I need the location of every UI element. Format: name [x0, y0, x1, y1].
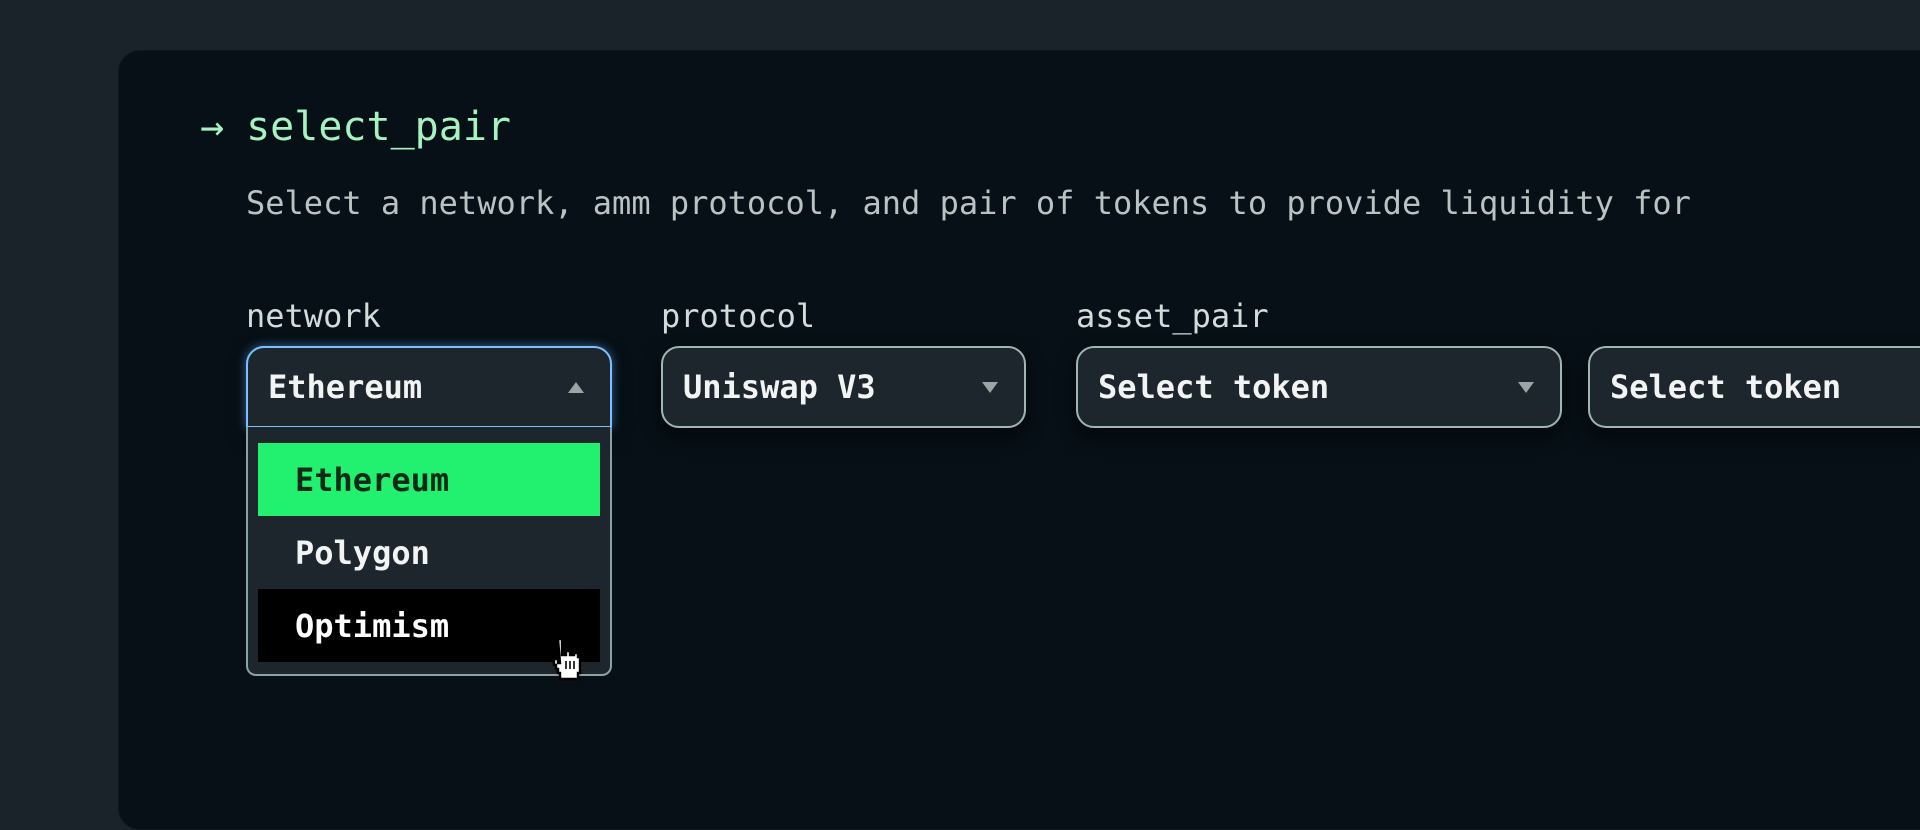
- token-b-select-value: Select token: [1610, 368, 1842, 406]
- network-option-ethereum[interactable]: Ethereum: [258, 443, 600, 516]
- chevron-down-icon: [1518, 381, 1534, 393]
- token-a-select-value: Select token: [1098, 368, 1330, 406]
- network-label: network: [246, 297, 381, 335]
- page-title-text: select_pair: [246, 104, 511, 150]
- option-label: Polygon: [295, 533, 430, 572]
- page-subtitle: Select a network, amm protocol, and pair…: [246, 184, 1691, 222]
- page-title: → select_pair: [200, 104, 511, 150]
- network-select[interactable]: Ethereum: [246, 346, 612, 428]
- token-a-select[interactable]: Select token: [1076, 346, 1562, 428]
- network-option-polygon[interactable]: Polygon: [258, 516, 600, 589]
- option-label: Ethereum: [295, 460, 450, 499]
- right-arrow-icon: →: [200, 104, 225, 150]
- network-select-value: Ethereum: [268, 368, 423, 406]
- chevron-down-icon: [982, 381, 998, 393]
- protocol-select-value: Uniswap V3: [683, 368, 876, 406]
- protocol-select[interactable]: Uniswap V3: [661, 346, 1026, 428]
- chevron-up-icon: [568, 381, 584, 393]
- token-b-select[interactable]: Select token: [1588, 346, 1920, 428]
- protocol-label: protocol: [661, 297, 816, 335]
- hand-pointer-cursor-icon: [552, 637, 582, 681]
- asset-pair-label: asset_pair: [1076, 297, 1269, 335]
- option-label: Optimism: [295, 606, 450, 645]
